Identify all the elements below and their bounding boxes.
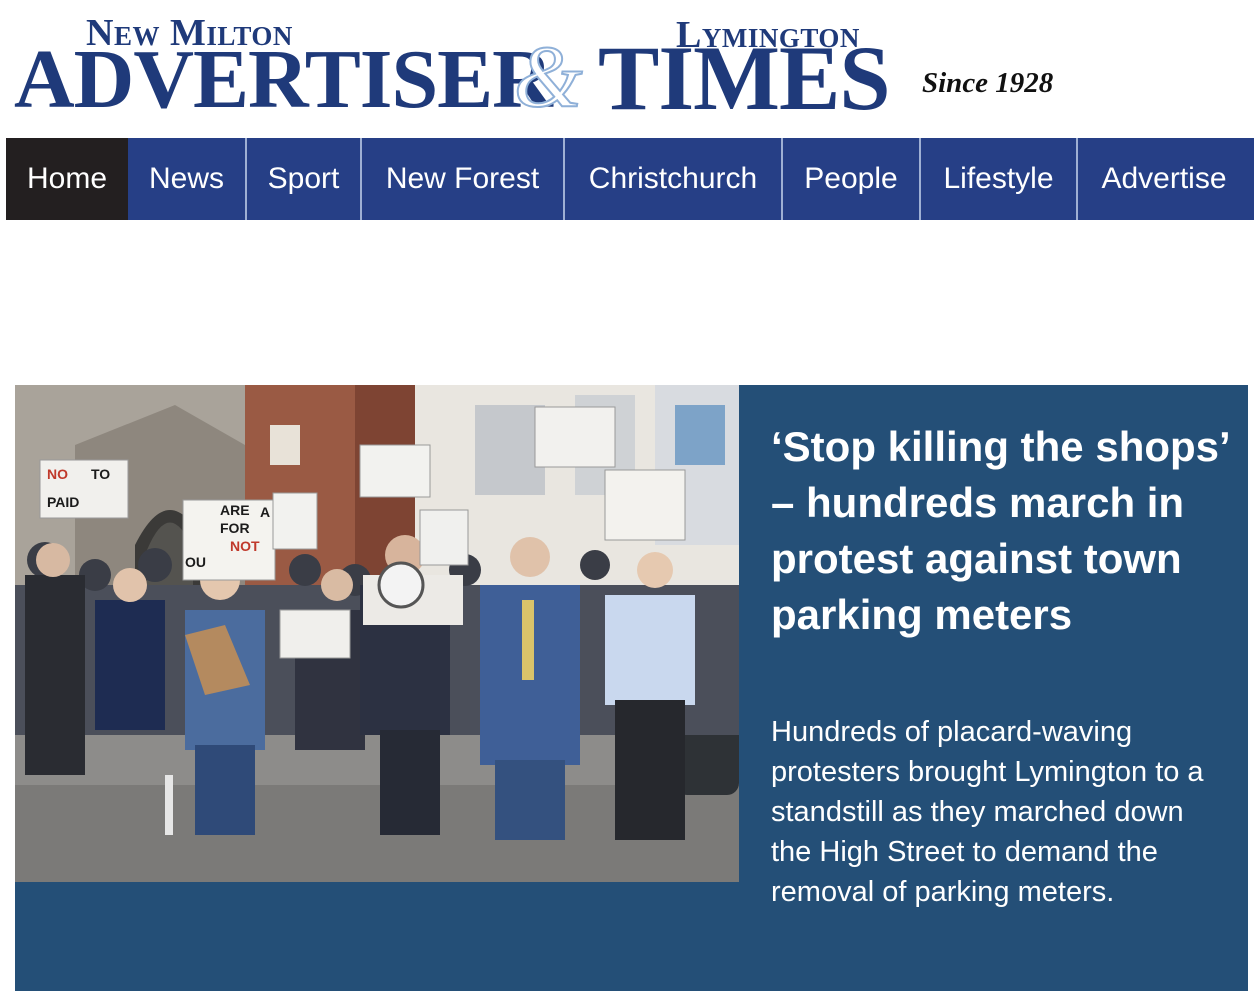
nav-item-advertise[interactable]: Advertise	[1078, 138, 1250, 220]
nav-item-home[interactable]: Home	[6, 138, 128, 220]
featured-headline[interactable]: ‘Stop killing the shops’ – hundreds marc…	[771, 419, 1231, 643]
placard-text-to: TO	[91, 466, 110, 482]
featured-summary: Hundreds of placard-waving protesters br…	[771, 716, 1204, 908]
placard-text-not: NOT	[230, 538, 260, 554]
protest-march-photo: NO TO PAID ARE FOR NOT OU A	[15, 385, 739, 882]
logo-ampersand: &	[513, 29, 583, 126]
placard-text-paid: PAID	[47, 494, 79, 510]
since-tagline: Since 1928	[922, 67, 1054, 99]
featured-story[interactable]: NO TO PAID ARE FOR NOT OU A ‘Stop killin…	[15, 385, 1248, 991]
nav-item-news[interactable]: News	[128, 138, 247, 220]
nav-item-sport[interactable]: Sport	[247, 138, 362, 220]
nav-item-new-forest[interactable]: New Forest	[362, 138, 565, 220]
nav-item-lifestyle[interactable]: Lifestyle	[921, 138, 1078, 220]
placard-text-ou: OU	[185, 554, 206, 570]
placard-text-a: A	[260, 504, 270, 520]
placard-text-no: NO	[47, 466, 68, 482]
masthead: New Milton ADVERTISER & Lymington TIMES …	[0, 0, 1254, 138]
nav-item-people[interactable]: People	[783, 138, 921, 220]
featured-photo[interactable]: NO TO PAID ARE FOR NOT OU A	[15, 385, 739, 882]
nav-item-christchurch[interactable]: Christchurch	[565, 138, 783, 220]
logo-times: TIMES	[598, 27, 891, 129]
placard-text-are: ARE	[220, 502, 250, 518]
placard-text-for: FOR	[220, 520, 250, 536]
logo-advertiser: ADVERTISER	[14, 33, 553, 126]
main-nav: Home News Sport New Forest Christchurch …	[6, 138, 1254, 220]
